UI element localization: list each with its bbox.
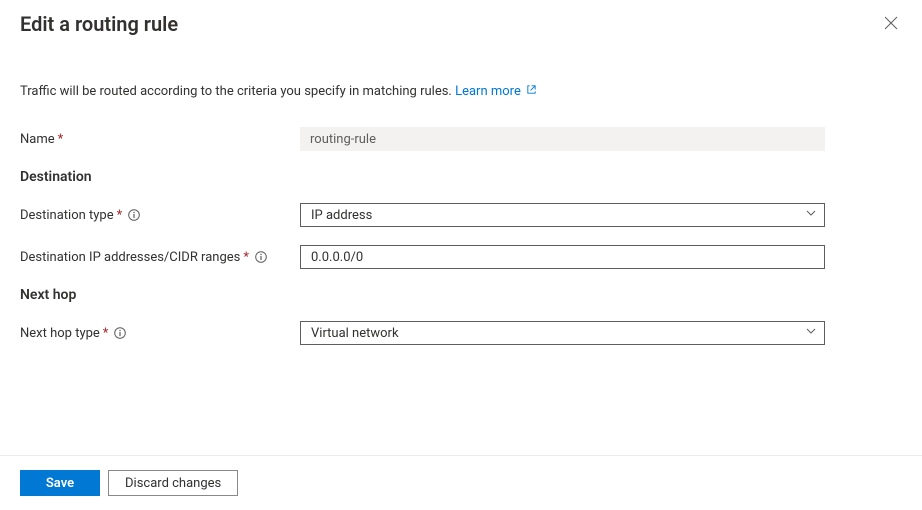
destination-heading: Destination bbox=[20, 169, 902, 185]
nexthop-type-select[interactable] bbox=[300, 321, 825, 345]
destination-ip-row: Destination IP addresses/CIDR ranges * bbox=[20, 245, 902, 269]
required-indicator: * bbox=[243, 250, 249, 265]
required-indicator: * bbox=[117, 208, 123, 223]
save-button[interactable]: Save bbox=[20, 470, 100, 496]
learn-more-link[interactable]: Learn more bbox=[455, 84, 537, 99]
nexthop-type-label: Next hop type * bbox=[20, 326, 300, 341]
panel-footer: Save Discard changes bbox=[0, 455, 922, 510]
nexthop-heading: Next hop bbox=[20, 287, 902, 303]
nexthop-type-row: Next hop type * bbox=[20, 321, 902, 345]
destination-ip-label: Destination IP addresses/CIDR ranges * bbox=[20, 250, 300, 265]
info-icon[interactable] bbox=[128, 209, 140, 221]
info-icon[interactable] bbox=[114, 327, 126, 339]
panel-header: Edit a routing rule bbox=[0, 0, 922, 36]
description-body: Traffic will be routed according to the … bbox=[20, 84, 452, 99]
discard-button[interactable]: Discard changes bbox=[108, 470, 238, 496]
external-link-icon bbox=[526, 84, 537, 99]
close-icon bbox=[884, 16, 898, 30]
name-input bbox=[300, 127, 825, 151]
panel-content: Traffic will be routed according to the … bbox=[0, 36, 922, 345]
close-button[interactable] bbox=[880, 12, 902, 34]
learn-more-label: Learn more bbox=[455, 84, 521, 99]
description-text: Traffic will be routed according to the … bbox=[20, 84, 902, 99]
panel-title: Edit a routing rule bbox=[20, 12, 178, 36]
destination-ip-input[interactable] bbox=[300, 245, 825, 269]
required-indicator: * bbox=[58, 132, 64, 147]
name-row: Name * bbox=[20, 127, 902, 151]
destination-type-label: Destination type * bbox=[20, 208, 300, 223]
destination-type-row: Destination type * bbox=[20, 203, 902, 227]
destination-type-select[interactable] bbox=[300, 203, 825, 227]
name-label: Name * bbox=[20, 132, 300, 147]
required-indicator: * bbox=[103, 326, 109, 341]
info-icon[interactable] bbox=[255, 251, 267, 263]
